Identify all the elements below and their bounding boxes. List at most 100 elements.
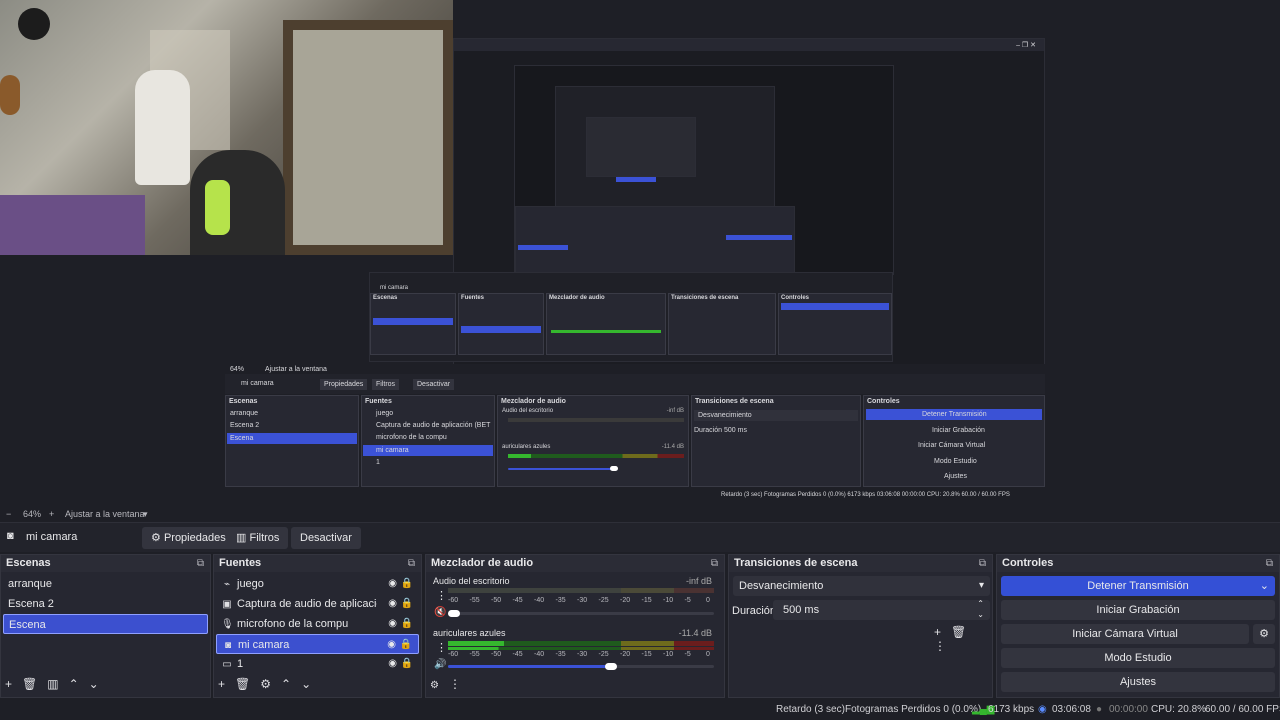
lock-icon[interactable]: 🔒: [401, 574, 413, 594]
meter-tick-label: -15: [641, 651, 652, 658]
filters-label: Filtros: [249, 532, 280, 544]
zoom-level: 64%: [23, 509, 42, 519]
add-source-icon[interactable]: +: [218, 677, 225, 691]
preview-canvas[interactable]: – ❐ ✕ mi camara Escenas Fuentes Mezclado…: [0, 0, 1280, 506]
lock-icon[interactable]: 🔒: [401, 594, 413, 614]
source-item[interactable]: ◙ mi camara ◉ 🔒: [216, 634, 419, 654]
move-down-icon[interactable]: ⌄: [89, 677, 99, 691]
source-item[interactable]: ⌁ juego ◉ 🔒: [216, 574, 419, 594]
zoom-in-button[interactable]: +: [49, 509, 54, 519]
eye-icon[interactable]: ◉: [388, 574, 397, 594]
start-recording-button[interactable]: Iniciar Grabación: [1001, 600, 1275, 620]
spin-arrows-icon[interactable]: ⌃ ⌄: [977, 598, 984, 620]
stop-stream-button[interactable]: Detener Transmisión ⌄: [1001, 576, 1275, 596]
kebab-menu-icon[interactable]: ⋮: [436, 589, 447, 602]
transitions-dock: Transiciones de escena ⧉ Desvanecimiento ▾…: [728, 554, 993, 698]
channel-db: -11.4 dB: [678, 628, 712, 638]
zoom-bar: − 64% + Ajustar a la ventana ▾: [0, 506, 1280, 522]
meter-tick-label: -50: [491, 597, 502, 604]
virtual-camera-button[interactable]: Iniciar Cámara Virtual: [1001, 624, 1249, 644]
zoom-dropdown-icon[interactable]: ▾: [143, 509, 148, 520]
bitrate-status: 6173 kbps: [988, 704, 1035, 715]
kebab-menu-icon[interactable]: ⋮: [436, 641, 447, 654]
eye-icon[interactable]: ◉: [388, 614, 397, 634]
nested-obs-ui-level1: 64% Ajustar a la ventana mi camara Propi…: [225, 364, 1045, 504]
lock-icon[interactable]: 🔒: [401, 654, 413, 674]
source-item[interactable]: ▣Captura de audio de aplicación (BET◉🔒: [216, 594, 419, 614]
camera-icon: ◙: [7, 530, 14, 542]
camera-icon: ◙: [224, 640, 232, 651]
meter-tick-label: 0: [706, 597, 710, 604]
meter-tick-label: -15: [641, 597, 652, 604]
muted-speaker-icon[interactable]: 🔇: [434, 607, 446, 618]
gear-icon[interactable]: ⚙: [430, 680, 439, 691]
filters-button[interactable]: ▥ Filtros: [227, 527, 289, 549]
status-bar: Retardo (3 sec) Fotogramas Perdidos 0 (0…: [0, 700, 1280, 720]
fit-to-window-label[interactable]: Ajustar a la ventana: [65, 509, 145, 519]
remove-transition-icon[interactable]: 🗑: [951, 625, 966, 639]
audio-meter: [448, 588, 714, 593]
settings-button[interactable]: Ajustes: [1001, 672, 1275, 692]
source-item[interactable]: ▭ 1 ◉ 🔒: [216, 654, 419, 674]
lock-icon[interactable]: 🔒: [401, 614, 413, 634]
delay-status: Retardo (3 sec): [776, 704, 845, 715]
channel-name: auriculares azules: [433, 628, 506, 638]
meter-tick-label: -25: [598, 651, 609, 658]
meter-tick-label: -35: [555, 597, 566, 604]
mixer-title: Mezclador de audio: [431, 557, 534, 569]
channel-db: -inf dB: [685, 576, 712, 586]
dock-popout-icon[interactable]: ⧉: [197, 555, 204, 572]
chevron-down-icon[interactable]: ⌄: [1260, 576, 1269, 596]
dock-popout-icon[interactable]: ⧉: [1266, 555, 1273, 572]
volume-slider[interactable]: [448, 612, 714, 615]
volume-knob[interactable]: [605, 663, 617, 670]
meter-tick-label: -20: [620, 597, 631, 604]
move-up-icon[interactable]: ⌃: [69, 677, 79, 691]
eye-icon[interactable]: ◉: [388, 594, 397, 614]
scenes-title: Escenas: [6, 557, 51, 569]
lock-icon[interactable]: 🔒: [400, 635, 412, 653]
source-item[interactable]: 🎙 microfono de la compu ◉ 🔒: [216, 614, 419, 634]
sources-dock: Fuentes ⧉ ⌁ juego ◉ 🔒 ▣ Captura de audio de a…: [213, 554, 422, 698]
kebab-menu-icon[interactable]: ⋮: [449, 677, 461, 691]
meter-tick-label: -55: [469, 597, 480, 604]
kebab-menu-icon[interactable]: ⋮: [934, 639, 946, 653]
add-scene-icon[interactable]: +: [5, 677, 12, 691]
gamepad-icon: ⌁: [223, 579, 231, 590]
scene-item-arranque[interactable]: arranque: [3, 574, 208, 594]
add-transition-icon[interactable]: +: [934, 625, 941, 639]
deactivate-button[interactable]: Desactivar: [291, 527, 361, 549]
eye-icon[interactable]: ◉: [387, 635, 396, 653]
sources-title: Fuentes: [219, 557, 262, 569]
gear-icon[interactable]: ⚙: [260, 677, 271, 691]
controls-dock: Controles ⧉ Detener Transmisión ⌄ Iniciar …: [996, 554, 1280, 698]
meter-tick-label: -10: [663, 597, 674, 604]
zoom-out-button[interactable]: −: [6, 509, 11, 519]
meter-tick-label: -35: [555, 651, 566, 658]
remove-scene-icon[interactable]: 🗑: [22, 677, 37, 691]
selected-source-name: mi camara: [26, 531, 78, 543]
dock-popout-icon[interactable]: ⧉: [408, 555, 415, 572]
duration-spinbox[interactable]: 500 ms ⌃ ⌄: [773, 598, 990, 620]
meter-tick-label: -50: [491, 651, 502, 658]
dock-popout-icon[interactable]: ⧉: [711, 555, 718, 572]
move-up-icon[interactable]: ⌃: [281, 677, 291, 691]
eye-icon[interactable]: ◉: [388, 654, 397, 674]
scene-filters-icon[interactable]: ▥: [47, 677, 58, 691]
speaker-icon[interactable]: 🔊: [434, 659, 446, 670]
scenes-dock: Escenas ⧉ arranque Escena 2 Escena + 🗑 ▥ ⌃ ⌄: [0, 554, 211, 698]
scene-item-escena[interactable]: Escena: [3, 614, 208, 634]
virtual-camera-settings-button[interactable]: ⚙: [1253, 624, 1275, 644]
volume-knob[interactable]: [448, 610, 460, 617]
studio-mode-button[interactable]: Modo Estudio: [1001, 648, 1275, 668]
audio-meter-peak: [448, 647, 714, 650]
transition-select[interactable]: Desvanecimiento ▾: [733, 576, 990, 596]
remove-source-icon[interactable]: 🗑: [235, 677, 250, 691]
audio-mixer-dock: Mezclador de audio ⧉ Audio del escritorio…: [425, 554, 725, 698]
dock-popout-icon[interactable]: ⧉: [979, 555, 986, 572]
properties-button[interactable]: ⚙ Propiedades: [142, 527, 235, 549]
scene-item-escena-2[interactable]: Escena 2: [3, 594, 208, 614]
move-down-icon[interactable]: ⌄: [301, 677, 311, 691]
meter-tick-label: -45: [512, 651, 523, 658]
display-icon: ▭: [222, 659, 232, 670]
